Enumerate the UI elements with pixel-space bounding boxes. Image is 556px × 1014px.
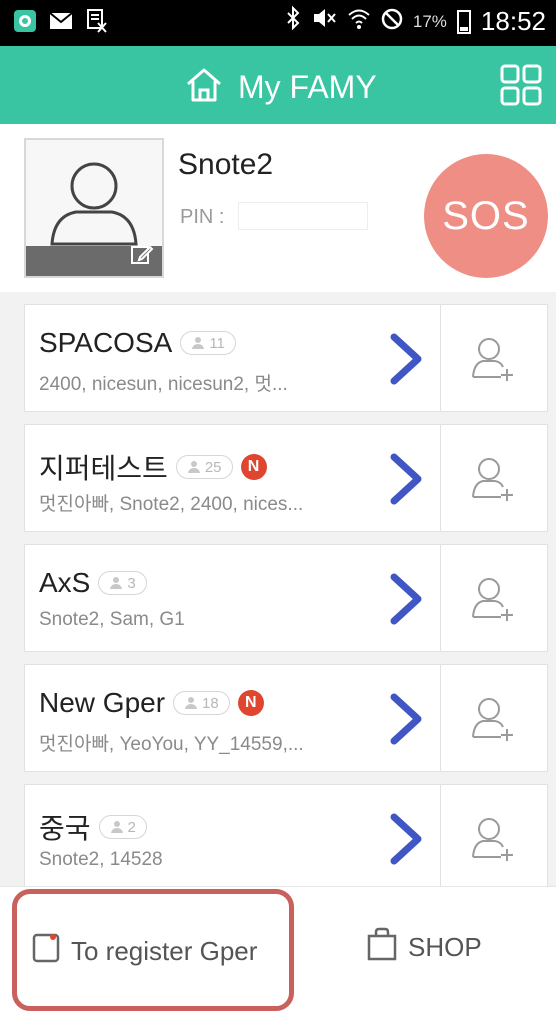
- group-members: 멋진아빠, Snote2, 2400, nices...: [39, 494, 304, 515]
- group-members: Snote2, Sam, G1: [39, 609, 185, 630]
- home-icon[interactable]: [184, 66, 224, 109]
- group-row[interactable]: 중국 2 Snote2, 14528: [24, 784, 548, 886]
- add-user-icon: [472, 698, 513, 741]
- member-count: 3: [127, 574, 136, 592]
- notification-icons: [12, 8, 110, 34]
- group-name: 지퍼테스트: [39, 453, 168, 484]
- group-row[interactable]: New Gper 18 N 멋진아빠, YeoYou, YY_14559,...: [24, 664, 548, 772]
- register-gper-content: To register Gper: [31, 932, 257, 971]
- group-open-area[interactable]: 중국 2 Snote2, 14528: [25, 785, 441, 886]
- group-name: 중국: [39, 813, 91, 844]
- group-open-area[interactable]: 지퍼테스트 25 N 멋진아빠, Snote2, 2400, nices...: [25, 425, 441, 531]
- app-notification-icon: [12, 8, 38, 34]
- register-gper-label: To register Gper: [71, 936, 258, 966]
- member-count: 2: [127, 818, 136, 836]
- add-user-icon: [472, 818, 513, 861]
- page-title: My FAMY: [238, 69, 377, 105]
- register-gper-button[interactable]: To register Gper: [12, 889, 294, 1011]
- group-members: Snote2, 14528: [39, 849, 163, 870]
- member-count-badge: 18: [173, 691, 230, 715]
- grid-icon: [500, 64, 542, 106]
- grid-menu-button[interactable]: [500, 64, 542, 106]
- chevron-right-icon[interactable]: [386, 453, 426, 505]
- document-excel-icon: [84, 8, 110, 34]
- people-icon: [110, 821, 123, 833]
- battery-percent: 17%: [412, 11, 447, 31]
- group-title-line: AxS 3: [39, 567, 147, 599]
- member-count: 11: [209, 334, 225, 352]
- add-member-button[interactable]: [441, 665, 547, 771]
- app-header: My FAMY: [0, 46, 556, 124]
- member-count-badge: 3: [98, 571, 147, 595]
- member-count: 25: [204, 458, 222, 476]
- add-user-icon: [472, 458, 513, 501]
- people-icon: [185, 697, 198, 709]
- mail-icon: [48, 8, 74, 34]
- sos-button[interactable]: SOS: [424, 154, 548, 278]
- new-badge: N: [237, 690, 264, 716]
- group-members: 멋진아빠, YeoYou, YY_14559,...: [39, 734, 304, 755]
- group-open-area[interactable]: SPACOSA 11 2400, nicesun, nicesun2, 멋...: [25, 305, 441, 411]
- people-icon: [187, 461, 200, 473]
- add-user-icon: [472, 338, 513, 381]
- add-member-button[interactable]: [441, 425, 547, 531]
- add-member-button[interactable]: [441, 305, 547, 411]
- bottom-bar: To register Gper SHOP: [0, 886, 556, 1014]
- add-user-icon: [472, 578, 513, 621]
- do-not-disturb-icon: [381, 6, 403, 37]
- group-members: 2400, nicesun, nicesun2, 멋...: [39, 374, 288, 395]
- profile-card: Snote2 PIN : SOS: [0, 124, 556, 292]
- group-open-area[interactable]: New Gper 18 N 멋진아빠, YeoYou, YY_14559,...: [25, 665, 441, 771]
- new-badge: N: [240, 454, 267, 480]
- mute-icon: [311, 6, 337, 37]
- user-placeholder-icon: [50, 162, 138, 246]
- system-status: 17% 18:52: [285, 5, 546, 37]
- bluetooth-icon: [285, 5, 301, 37]
- device-icon: [31, 932, 61, 971]
- status-bar: 17% 18:52: [0, 0, 556, 46]
- add-member-button[interactable]: [441, 785, 547, 886]
- clock: 18:52: [480, 6, 546, 36]
- avatar[interactable]: [24, 138, 164, 278]
- member-count-badge: 11: [180, 331, 236, 355]
- group-row[interactable]: 지퍼테스트 25 N 멋진아빠, Snote2, 2400, nices...: [24, 424, 548, 532]
- group-open-area[interactable]: AxS 3 Snote2, Sam, G1: [25, 545, 441, 651]
- add-member-button[interactable]: [441, 545, 547, 651]
- shopping-bag-icon: [366, 927, 398, 968]
- group-list[interactable]: SPACOSA 11 2400, nicesun, nicesun2, 멋... 지퍼…: [0, 292, 556, 886]
- chevron-right-icon[interactable]: [386, 573, 426, 625]
- group-row[interactable]: AxS 3 Snote2, Sam, G1: [24, 544, 548, 652]
- group-title-line: 지퍼테스트 25 N: [39, 447, 267, 487]
- people-icon: [110, 577, 123, 589]
- wifi-icon: [347, 6, 371, 37]
- pin-value-field: [238, 202, 368, 230]
- group-name: New Gper: [39, 687, 166, 718]
- people-icon: [192, 337, 205, 349]
- member-count-badge: 2: [98, 815, 147, 839]
- member-count-badge: 25: [175, 455, 233, 479]
- profile-name: Snote2: [178, 148, 274, 181]
- chevron-right-icon[interactable]: [386, 813, 426, 865]
- group-title-line: 중국 2: [39, 807, 147, 847]
- chevron-right-icon[interactable]: [386, 333, 426, 385]
- header-title-group: My FAMY: [184, 66, 377, 109]
- group-row[interactable]: SPACOSA 11 2400, nicesun, nicesun2, 멋...: [24, 304, 548, 412]
- chevron-right-icon[interactable]: [386, 693, 426, 745]
- group-title-line: New Gper 18 N: [39, 687, 264, 719]
- pin-label: PIN :: [180, 206, 225, 228]
- member-count: 18: [202, 694, 219, 712]
- group-title-line: SPACOSA 11: [39, 327, 236, 359]
- group-name: AxS: [39, 567, 91, 598]
- edit-icon[interactable]: [130, 243, 154, 272]
- group-name: SPACOSA: [39, 327, 173, 358]
- shop-label: SHOP: [408, 932, 482, 962]
- shop-button[interactable]: SHOP: [366, 927, 482, 968]
- battery-icon: [456, 9, 471, 34]
